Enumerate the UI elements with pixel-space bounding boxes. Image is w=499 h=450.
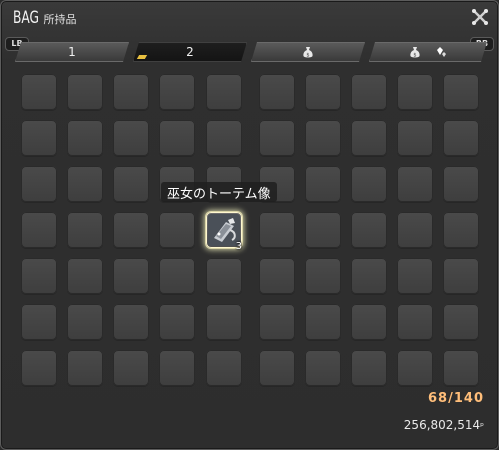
- item-tooltip-text: 巫女のトーテム像: [167, 186, 271, 202]
- inventory-slot[interactable]: [443, 166, 479, 202]
- money-bag-icon: $: [302, 46, 314, 59]
- inventory-slot[interactable]: [305, 350, 341, 386]
- item-tooltip: 巫女のトーテム像: [161, 182, 277, 202]
- inventory-slot[interactable]: [206, 120, 242, 156]
- inventory-slot[interactable]: [305, 212, 341, 248]
- inventory-slot[interactable]: [351, 212, 387, 248]
- inventory-slot[interactable]: [159, 120, 195, 156]
- inventory-slot[interactable]: [21, 304, 57, 340]
- inventory-slot[interactable]: [159, 74, 195, 110]
- inventory-slot[interactable]: [206, 258, 242, 294]
- inventory-slot[interactable]: [351, 350, 387, 386]
- inventory-slot[interactable]: [305, 74, 341, 110]
- inventory-slot[interactable]: [113, 166, 149, 202]
- close-button[interactable]: [470, 7, 490, 27]
- inventory-window: BAG 所持品 LB RB 1 2 $: [0, 0, 499, 450]
- inventory-slot[interactable]: [397, 212, 433, 248]
- inventory-slot[interactable]: [67, 74, 103, 110]
- crystal-icon: [436, 46, 448, 58]
- window-title-sub: 所持品: [43, 13, 77, 26]
- close-icon: [472, 9, 488, 25]
- inventory-slot[interactable]: [67, 350, 103, 386]
- inventory-slot[interactable]: [351, 304, 387, 340]
- inventory-slot[interactable]: [113, 212, 149, 248]
- inventory-slot-item[interactable]: 3: [206, 212, 242, 252]
- inventory-slot[interactable]: [113, 350, 149, 386]
- inventory-slot[interactable]: [351, 258, 387, 294]
- inventory-slot[interactable]: [259, 350, 295, 386]
- inventory-slot[interactable]: [443, 212, 479, 248]
- inventory-slot[interactable]: [259, 304, 295, 340]
- inventory-slot[interactable]: [159, 304, 195, 340]
- tab-2-label: 2: [186, 45, 194, 59]
- inventory-slot[interactable]: [305, 304, 341, 340]
- inventory-slot[interactable]: [206, 350, 242, 386]
- bag-tabs: 1 2 $ $: [15, 42, 485, 62]
- inventory-slot[interactable]: [21, 120, 57, 156]
- inventory-slot[interactable]: [397, 304, 433, 340]
- tab-currency[interactable]: $: [251, 42, 365, 62]
- inventory-slot[interactable]: [21, 212, 57, 248]
- inventory-slot[interactable]: [21, 350, 57, 386]
- inventory-slot[interactable]: [443, 120, 479, 156]
- inventory-slot[interactable]: [443, 350, 479, 386]
- inventory-slot[interactable]: [351, 166, 387, 202]
- inventory-slot[interactable]: [67, 166, 103, 202]
- money-bag-icon: $: [409, 46, 421, 59]
- inventory-slot[interactable]: [443, 74, 479, 110]
- inventory-slot[interactable]: [443, 304, 479, 340]
- inventory-slot[interactable]: [305, 258, 341, 294]
- inventory-slot[interactable]: [259, 74, 295, 110]
- inventory-slot[interactable]: [159, 258, 195, 294]
- inventory-slot[interactable]: [397, 350, 433, 386]
- tab-1[interactable]: 1: [15, 42, 129, 62]
- inventory-slot[interactable]: [67, 120, 103, 156]
- item-quantity: 3: [235, 241, 242, 252]
- inventory-slot[interactable]: [21, 74, 57, 110]
- inventory-slot[interactable]: [67, 304, 103, 340]
- svg-text:$: $: [413, 52, 416, 58]
- inventory-slot[interactable]: [113, 258, 149, 294]
- inventory-slot[interactable]: [443, 258, 479, 294]
- inventory-slot[interactable]: [206, 304, 242, 340]
- tab-2[interactable]: 2: [133, 42, 247, 62]
- tab-1-label: 1: [68, 45, 76, 59]
- window-title-main: BAG: [13, 8, 40, 28]
- inventory-slot[interactable]: [113, 304, 149, 340]
- tab-crystals[interactable]: $: [369, 42, 487, 62]
- inventory-slot[interactable]: [305, 120, 341, 156]
- inventory-slot[interactable]: [351, 74, 387, 110]
- inventory-slot[interactable]: [67, 258, 103, 294]
- svg-text:$: $: [306, 52, 309, 58]
- inventory-slot[interactable]: [397, 258, 433, 294]
- gil-display: 256,802,514ᵖ: [404, 418, 484, 432]
- active-tab-marker: [137, 55, 147, 59]
- inventory-slot[interactable]: [305, 166, 341, 202]
- inventory-slot[interactable]: [159, 212, 195, 248]
- inventory-slot[interactable]: [351, 120, 387, 156]
- inventory-slot[interactable]: [206, 74, 242, 110]
- window-title: BAG 所持品: [13, 8, 77, 28]
- inventory-slot[interactable]: [21, 166, 57, 202]
- inventory-slot[interactable]: [397, 120, 433, 156]
- inventory-slot[interactable]: [397, 166, 433, 202]
- gil-amount: 256,802,514: [403, 418, 481, 432]
- inventory-slot[interactable]: [113, 74, 149, 110]
- inventory-slot[interactable]: [67, 212, 103, 248]
- capacity-counter: 68/140: [428, 391, 484, 406]
- inventory-slot[interactable]: [259, 258, 295, 294]
- inventory-slot[interactable]: [21, 258, 57, 294]
- inventory-slot[interactable]: [113, 120, 149, 156]
- gil-icon: ᵖ: [480, 422, 484, 432]
- inventory-slot[interactable]: [159, 350, 195, 386]
- inventory-slot[interactable]: [259, 212, 295, 248]
- inventory-slot[interactable]: [397, 74, 433, 110]
- inventory-slot[interactable]: [259, 120, 295, 156]
